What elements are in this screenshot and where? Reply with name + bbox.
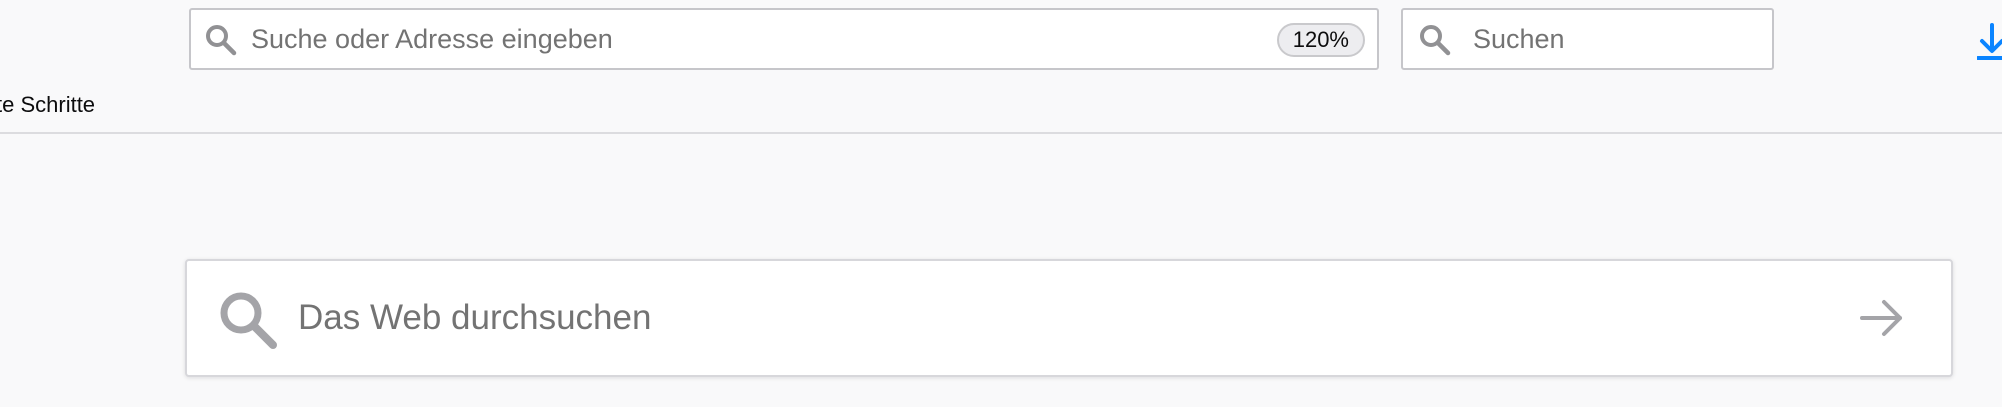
search-icon	[206, 25, 237, 56]
navigation-toolbar: Suche oder Adresse eingeben 120% Suchen …	[0, 0, 2002, 134]
download-arrow-icon	[1977, 23, 2002, 60]
zoom-level-badge[interactable]: 120%	[1276, 23, 1365, 57]
search-bar-placeholder: Suchen	[1473, 24, 1565, 54]
web-search-box[interactable]: Das Web durchsuchen	[185, 259, 1953, 377]
arrow-right-icon[interactable]	[1859, 295, 1905, 341]
url-bar[interactable]: Suche oder Adresse eingeben 120%	[189, 8, 1379, 70]
search-bar[interactable]: Suchen	[1401, 8, 1774, 70]
bookmark-item-getting-started[interactable]: te Schritte	[0, 90, 95, 120]
web-search-placeholder: Das Web durchsuchen	[298, 298, 652, 337]
bookmark-item-label: te Schritte	[0, 92, 96, 117]
search-icon	[220, 292, 277, 349]
search-icon	[1420, 25, 1451, 56]
url-bar-placeholder: Suche oder Adresse eingeben	[251, 24, 613, 54]
downloads-button[interactable]	[1977, 22, 2002, 62]
